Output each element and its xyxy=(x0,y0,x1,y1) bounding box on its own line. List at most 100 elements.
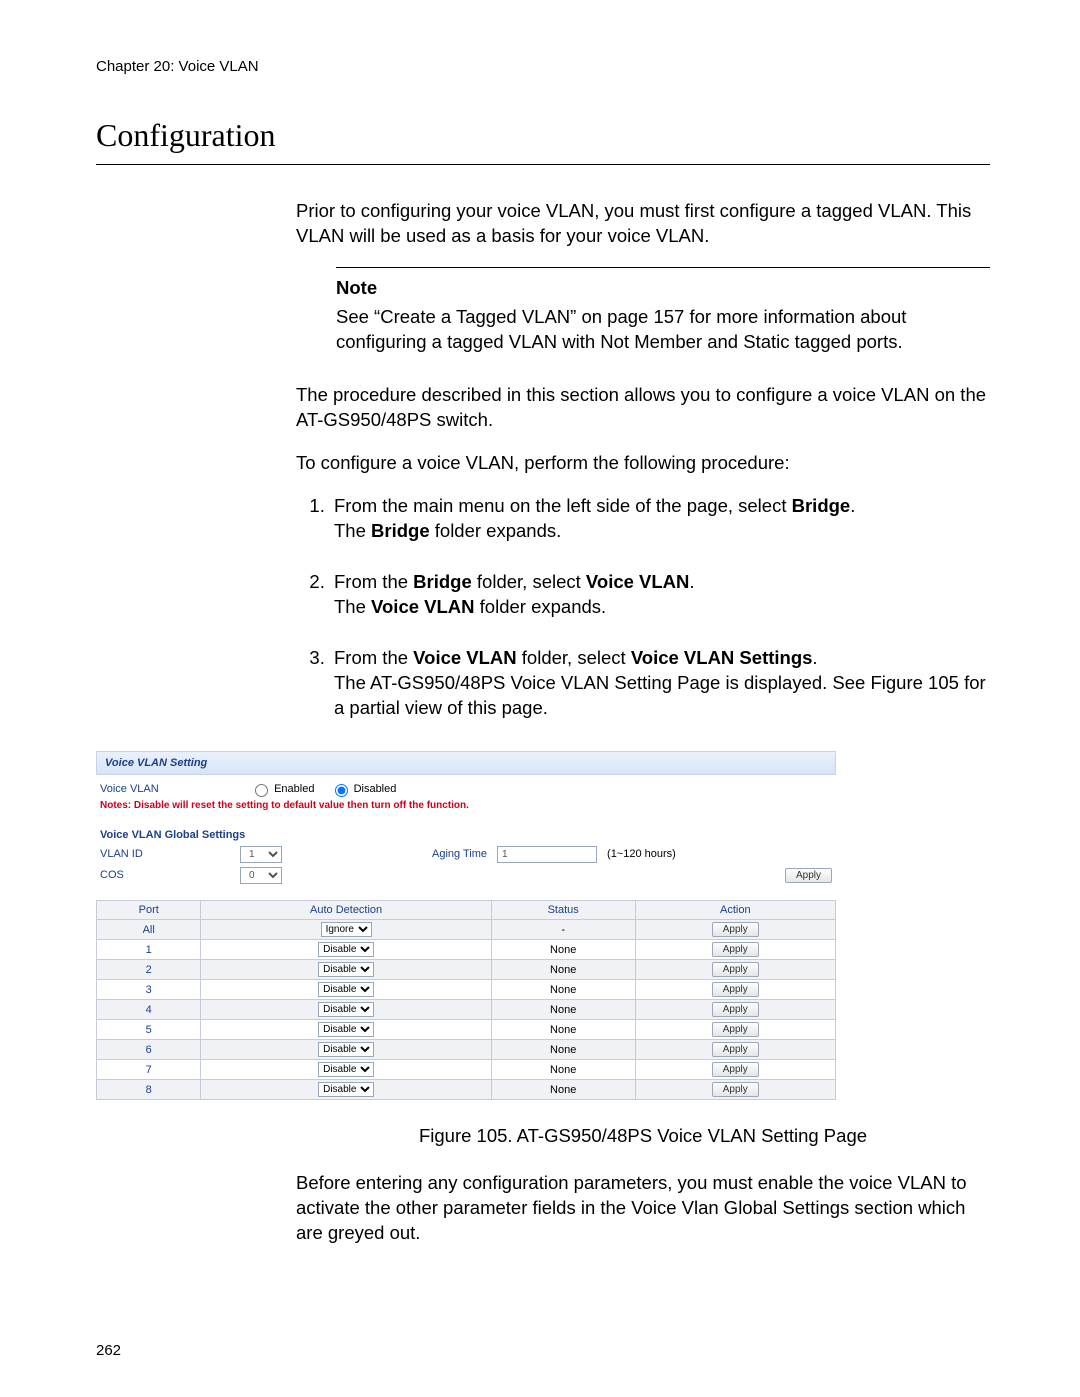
table-row: 6 Disable None Apply xyxy=(97,1040,836,1060)
enabled-radio-input[interactable] xyxy=(255,784,268,797)
cos-select[interactable]: 0 xyxy=(240,867,282,884)
auto-detection-select[interactable]: Disable xyxy=(318,1062,374,1077)
auto-detection-select[interactable]: Ignore xyxy=(321,922,372,937)
status-cell: None xyxy=(491,980,635,1000)
cos-label: COS xyxy=(100,868,240,882)
step-bold: Bridge xyxy=(371,520,430,541)
auto-detection-select[interactable]: Disable xyxy=(318,1042,374,1057)
action-cell: Apply xyxy=(635,1020,835,1040)
auto-detection-cell: Disable xyxy=(201,980,491,1000)
figure-caption: Figure 105. AT-GS950/48PS Voice VLAN Set… xyxy=(296,1124,990,1149)
apply-button[interactable]: Apply xyxy=(712,1002,759,1017)
col-auto: Auto Detection xyxy=(201,901,491,920)
col-port: Port xyxy=(97,901,201,920)
step-text: From the xyxy=(334,647,413,668)
enabled-radio-label: Enabled xyxy=(274,783,314,795)
note-body: See “Create a Tagged VLAN” on page 157 f… xyxy=(336,305,990,355)
body-column-continued: Figure 105. AT-GS950/48PS Voice VLAN Set… xyxy=(296,1124,990,1246)
note-label: Note xyxy=(336,276,990,301)
auto-detection-select[interactable]: Disable xyxy=(318,1082,374,1097)
table-row: 3 Disable None Apply xyxy=(97,980,836,1000)
port-cell: 4 xyxy=(97,1000,201,1020)
procedure-step: From the main menu on the left side of t… xyxy=(330,494,990,544)
step-bold: Bridge xyxy=(792,495,851,516)
vlan-id-select[interactable]: 1 xyxy=(240,846,282,863)
action-cell: Apply xyxy=(635,1000,835,1020)
table-row: 2DisableNoneApply xyxy=(97,960,836,980)
step-text: . xyxy=(812,647,817,668)
step-text: . xyxy=(689,571,694,592)
table-row: All Ignore - Apply xyxy=(97,920,836,940)
aging-time-label: Aging Time xyxy=(432,847,487,861)
apply-button[interactable]: Apply xyxy=(785,868,832,883)
procedure-list: From the main menu on the left side of t… xyxy=(296,494,990,721)
apply-button[interactable]: Apply xyxy=(712,942,759,957)
table-row: 4DisableNoneApply xyxy=(97,1000,836,1020)
status-cell: None xyxy=(491,1060,635,1080)
para-procedure-intro: The procedure described in this section … xyxy=(296,383,990,433)
status-cell: - xyxy=(491,920,635,940)
auto-detection-select[interactable]: Disable xyxy=(318,982,374,997)
auto-detection-cell: Disable xyxy=(201,1060,491,1080)
auto-detection-select[interactable]: Disable xyxy=(318,1002,374,1017)
port-cell: 3 xyxy=(97,980,201,1000)
apply-button[interactable]: Apply xyxy=(712,1062,759,1077)
auto-detection-cell: Ignore xyxy=(201,920,491,940)
auto-detection-cell: Disable xyxy=(201,1000,491,1020)
note-block: Note See “Create a Tagged VLAN” on page … xyxy=(336,267,990,355)
note-rule xyxy=(336,267,990,268)
procedure-step: From the Voice VLAN folder, select Voice… xyxy=(330,646,990,721)
apply-button[interactable]: Apply xyxy=(712,962,759,977)
vlan-id-row: VLAN ID 1 Aging Time (1~120 hours) xyxy=(96,844,836,865)
step-text: From the main menu on the left side of t… xyxy=(334,495,792,516)
step-text: folder, select xyxy=(517,647,631,668)
step-bold: Voice VLAN Settings xyxy=(631,647,813,668)
action-cell: Apply xyxy=(635,960,835,980)
apply-button[interactable]: Apply xyxy=(712,982,759,997)
step-bold: Voice VLAN xyxy=(371,596,474,617)
step-text: The xyxy=(334,520,371,541)
panel-title: Voice VLAN Setting xyxy=(96,751,836,775)
table-row: 5 Disable None Apply xyxy=(97,1020,836,1040)
disabled-radio-input[interactable] xyxy=(335,784,348,797)
port-cell: 6 xyxy=(97,1040,201,1060)
auto-detection-cell: Disable xyxy=(201,1040,491,1060)
port-cell: 8 xyxy=(97,1080,201,1100)
port-cell: All xyxy=(97,920,201,940)
status-cell: None xyxy=(491,1040,635,1060)
intro-paragraph: Prior to configuring your voice VLAN, yo… xyxy=(296,199,990,249)
auto-detection-select[interactable]: Disable xyxy=(318,1022,374,1037)
voice-vlan-label: Voice VLAN xyxy=(100,782,240,796)
action-cell: Apply xyxy=(635,1080,835,1100)
port-cell: 1 xyxy=(97,940,201,960)
procedure-step: From the Bridge folder, select Voice VLA… xyxy=(330,570,990,620)
step-bold: Bridge xyxy=(413,571,472,592)
auto-detection-cell: Disable xyxy=(201,1080,491,1100)
disabled-radio[interactable]: Disabled xyxy=(330,783,397,795)
aging-time-input[interactable] xyxy=(497,846,597,863)
step-text: The AT-GS950/48PS Voice VLAN Setting Pag… xyxy=(334,672,986,718)
aging-time-hint: (1~120 hours) xyxy=(607,847,676,861)
heading-rule xyxy=(96,164,990,165)
apply-button[interactable]: Apply xyxy=(712,1042,759,1057)
action-cell: Apply xyxy=(635,1040,835,1060)
auto-detection-select[interactable]: Disable xyxy=(318,942,374,957)
voice-vlan-row: Voice VLAN Enabled Disabled xyxy=(96,775,836,799)
port-cell: 5 xyxy=(97,1020,201,1040)
port-cell: 7 xyxy=(97,1060,201,1080)
port-table: Port Auto Detection Status Action AllIgn… xyxy=(96,900,836,1100)
step-bold: Voice VLAN xyxy=(586,571,689,592)
vlan-id-label: VLAN ID xyxy=(100,847,240,861)
auto-detection-cell: Disable xyxy=(201,1020,491,1040)
apply-button[interactable]: Apply xyxy=(712,1022,759,1037)
auto-detection-select[interactable]: Disable xyxy=(318,962,374,977)
enabled-radio[interactable]: Enabled xyxy=(250,783,318,795)
step-text: The xyxy=(334,596,371,617)
status-cell: None xyxy=(491,1080,635,1100)
auto-detection-cell: Disable xyxy=(201,960,491,980)
apply-button[interactable]: Apply xyxy=(712,922,759,937)
apply-button[interactable]: Apply xyxy=(712,1082,759,1097)
status-cell: None xyxy=(491,1020,635,1040)
action-cell: Apply xyxy=(635,940,835,960)
para-after-figure: Before entering any configuration parame… xyxy=(296,1171,990,1246)
